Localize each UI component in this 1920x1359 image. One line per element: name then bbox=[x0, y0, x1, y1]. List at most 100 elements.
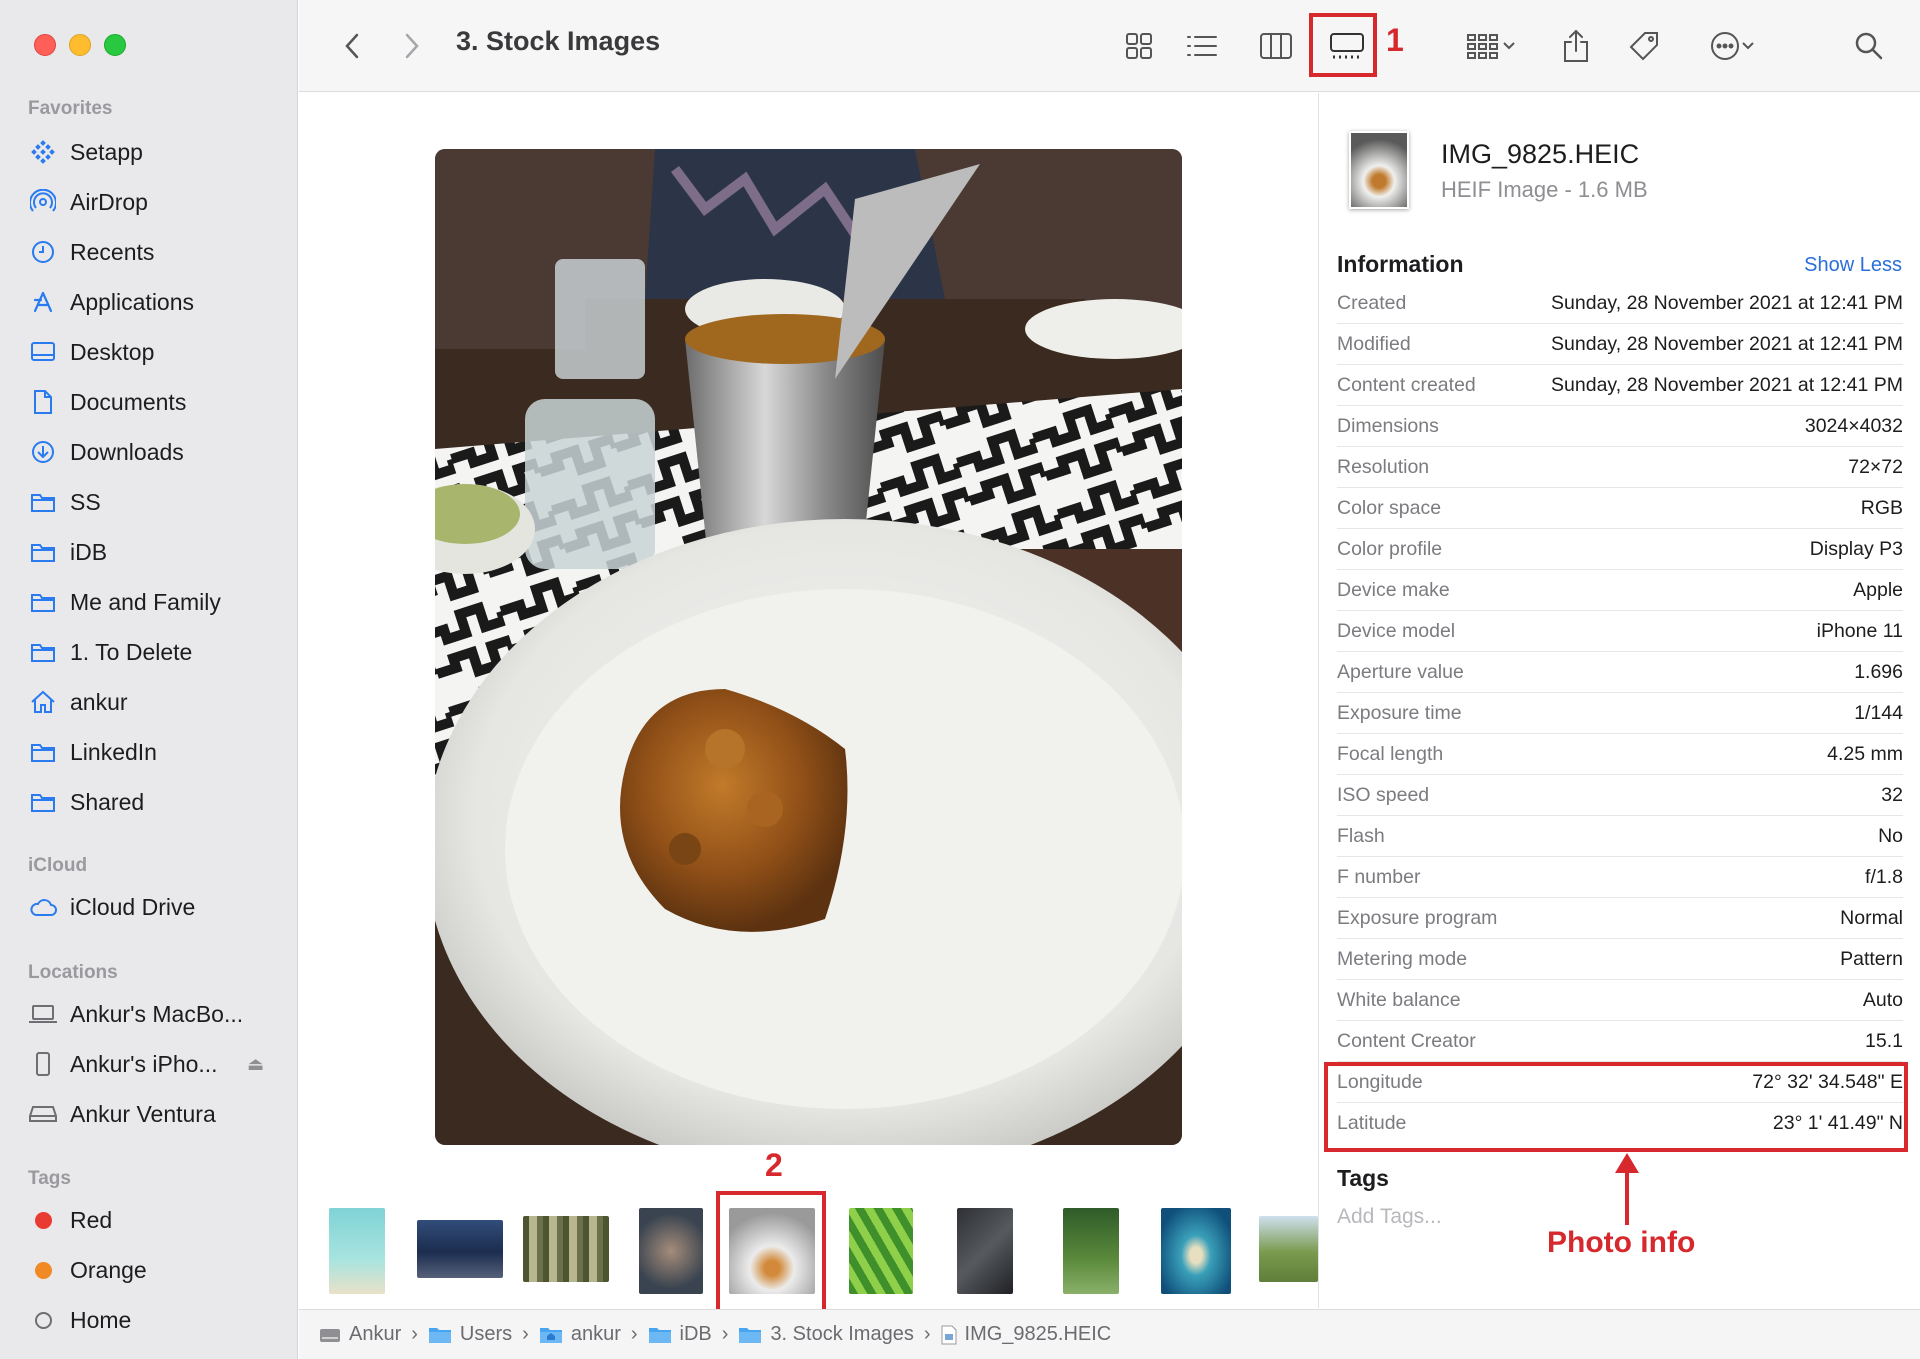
metadata-row: White balance Auto bbox=[1337, 980, 1903, 1021]
file-kind: HEIF Image - 1.6 MB bbox=[1441, 177, 1648, 202]
show-less-link[interactable]: Show Less bbox=[1804, 254, 1902, 277]
annotation-box-1 bbox=[1309, 13, 1377, 77]
sidebar-item-applications[interactable]: Applications bbox=[28, 282, 290, 322]
metadata-value: RGB bbox=[1860, 496, 1903, 519]
airdrop-icon bbox=[28, 187, 58, 217]
metadata-key: Metering mode bbox=[1337, 947, 1468, 970]
metadata-value: 4.25 mm bbox=[1827, 742, 1903, 765]
thumbnail[interactable] bbox=[1161, 1208, 1231, 1294]
thumbnail[interactable] bbox=[1259, 1216, 1318, 1282]
window-title: 3. Stock Images bbox=[456, 26, 661, 56]
thumbnail[interactable] bbox=[523, 1216, 609, 1282]
metadata-value: Auto bbox=[1862, 988, 1903, 1011]
sidebar-item-setapp[interactable]: Setapp bbox=[28, 132, 290, 172]
metadata-key: Content Creator bbox=[1337, 1029, 1476, 1052]
tags-button[interactable] bbox=[1624, 24, 1664, 68]
tags-header: Tags bbox=[1337, 1165, 1389, 1191]
sidebar-item-linkedin[interactable]: LinkedIn bbox=[28, 732, 290, 772]
metadata-value: f/1.8 bbox=[1865, 865, 1903, 888]
column-view-button[interactable] bbox=[1256, 24, 1296, 68]
metadata-key: Exposure program bbox=[1337, 906, 1498, 929]
annotation-photo-info: Photo info bbox=[1547, 1226, 1696, 1259]
sidebar-tag-red[interactable]: Red bbox=[28, 1200, 290, 1240]
list-view-button[interactable] bbox=[1182, 24, 1222, 68]
metadata-key: Dimensions bbox=[1337, 414, 1439, 437]
sidebar-item-shared[interactable]: Shared bbox=[28, 782, 290, 822]
drive-icon bbox=[319, 1326, 341, 1344]
metadata-key: F number bbox=[1337, 865, 1421, 888]
sidebar-item-idb[interactable]: iDB bbox=[28, 532, 290, 572]
sidebar-item-label: iDB bbox=[70, 538, 108, 565]
gallery-preview: 2 bbox=[299, 93, 1318, 1314]
sidebar-item-downloads[interactable]: Downloads bbox=[28, 432, 290, 472]
thumbnail[interactable] bbox=[849, 1208, 913, 1294]
eject-icon[interactable]: ⏏ bbox=[247, 1054, 264, 1075]
path-item[interactable]: Users bbox=[428, 1323, 512, 1346]
more-actions-button[interactable] bbox=[1697, 24, 1767, 68]
sidebar-item-to-delete[interactable]: 1. To Delete bbox=[28, 632, 290, 672]
metadata-key: White balance bbox=[1337, 988, 1461, 1011]
sidebar-item-macbook[interactable]: Ankur's MacBo... bbox=[28, 994, 290, 1034]
search-button[interactable] bbox=[1849, 24, 1889, 68]
icon-view-button[interactable] bbox=[1119, 24, 1159, 68]
metadata-row: Created Sunday, 28 November 2021 at 12:41… bbox=[1337, 283, 1903, 324]
group-by-button[interactable] bbox=[1456, 24, 1526, 68]
folder-icon bbox=[28, 737, 58, 767]
sidebar-item-ss[interactable]: SS bbox=[28, 482, 290, 522]
home-folder-icon bbox=[539, 1326, 563, 1344]
path-item[interactable]: Ankur bbox=[319, 1323, 401, 1346]
sidebar-tag-orange[interactable]: Orange bbox=[28, 1250, 290, 1290]
zoom-window-button[interactable] bbox=[104, 34, 126, 56]
thumbnail[interactable] bbox=[329, 1208, 385, 1294]
chevron-right-icon: › bbox=[721, 1323, 729, 1345]
thumbnail[interactable] bbox=[957, 1208, 1013, 1294]
path-item[interactable]: ankur bbox=[539, 1323, 621, 1346]
path-item[interactable]: iDB bbox=[648, 1323, 712, 1346]
sidebar-item-iphone[interactable]: Ankur's iPho... ⏏ bbox=[28, 1044, 290, 1084]
metadata-row: Exposure time 1/144 bbox=[1337, 693, 1903, 734]
image-preview[interactable] bbox=[435, 149, 1182, 1145]
sidebar-item-label: Orange bbox=[70, 1256, 147, 1283]
add-tags-field[interactable]: Add Tags... bbox=[1337, 1205, 1442, 1229]
sidebar-section-icloud: iCloud bbox=[28, 855, 88, 876]
close-window-button[interactable] bbox=[34, 34, 56, 56]
minimize-window-button[interactable] bbox=[69, 34, 91, 56]
sidebar: Favorites Setapp AirDrop Recents Applica… bbox=[0, 0, 298, 1359]
metadata-value: Apple bbox=[1853, 578, 1903, 601]
back-button[interactable] bbox=[337, 24, 367, 68]
metadata-key: Resolution bbox=[1337, 455, 1430, 478]
path-item[interactable]: 3. Stock Images bbox=[738, 1323, 914, 1346]
annotation-arrow-head bbox=[1615, 1153, 1639, 1173]
metadata-value: 3024×4032 bbox=[1804, 414, 1903, 437]
metadata-key: Aperture value bbox=[1337, 660, 1464, 683]
sidebar-item-documents[interactable]: Documents bbox=[28, 382, 290, 422]
path-item[interactable]: IMG_9825.HEIC bbox=[941, 1323, 1111, 1346]
sidebar-item-desktop[interactable]: Desktop bbox=[28, 332, 290, 372]
sidebar-item-label: Me and Family bbox=[70, 588, 221, 615]
sidebar-item-airdrop[interactable]: AirDrop bbox=[28, 182, 290, 222]
sidebar-item-icloud-drive[interactable]: iCloud Drive bbox=[28, 887, 290, 927]
sidebar-item-recents[interactable]: Recents bbox=[28, 232, 290, 272]
thumbnail[interactable] bbox=[417, 1220, 503, 1278]
metadata-row: F number f/1.8 bbox=[1337, 857, 1903, 898]
setapp-icon bbox=[28, 137, 58, 167]
metadata-row: Metering mode Pattern bbox=[1337, 939, 1903, 980]
sidebar-item-label: Desktop bbox=[70, 338, 155, 365]
metadata-value: Sunday, 28 November 2021 at 12:41 PM bbox=[1551, 291, 1903, 314]
home-icon bbox=[28, 687, 58, 717]
metadata-list: Created Sunday, 28 November 2021 at 12:41… bbox=[1337, 283, 1903, 1144]
folder-icon bbox=[28, 487, 58, 517]
share-icon bbox=[1564, 29, 1588, 62]
forward-button[interactable] bbox=[397, 24, 427, 68]
sidebar-item-ankur[interactable]: ankur bbox=[28, 682, 290, 722]
folder-icon bbox=[738, 1326, 762, 1344]
sidebar-item-ankur-ventura[interactable]: Ankur Ventura bbox=[28, 1094, 290, 1134]
metadata-value: 15.1 bbox=[1865, 1029, 1903, 1052]
sidebar-tag-home[interactable]: Home bbox=[28, 1300, 290, 1340]
sidebar-item-me-and-family[interactable]: Me and Family bbox=[28, 582, 290, 622]
thumbnail[interactable] bbox=[1063, 1208, 1119, 1294]
share-button[interactable] bbox=[1556, 24, 1596, 68]
sidebar-item-label: Setapp bbox=[70, 138, 143, 165]
sidebar-item-label: AirDrop bbox=[70, 188, 148, 215]
thumbnail[interactable] bbox=[639, 1208, 703, 1294]
